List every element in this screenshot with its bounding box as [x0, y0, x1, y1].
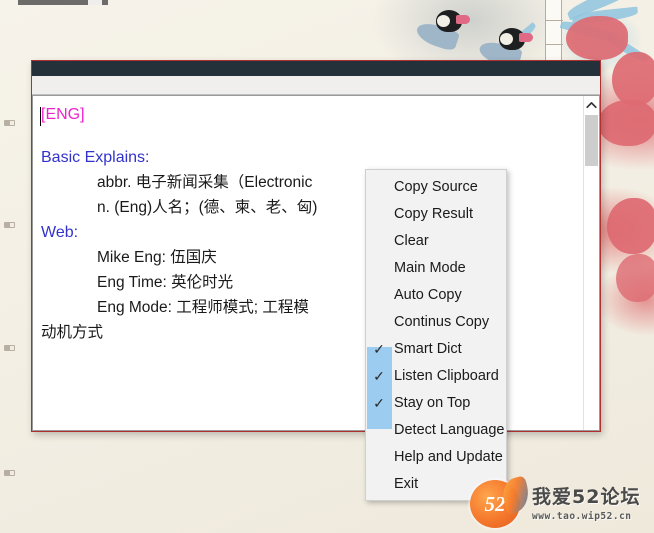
menu-item-label: Detect Language — [394, 421, 505, 438]
scrollbar-track[interactable] — [583, 166, 599, 430]
menu-item-label: Exit — [394, 475, 419, 492]
flower-petal — [598, 100, 654, 146]
menu-item-label: Copy Result — [394, 205, 473, 222]
menu-item-clear[interactable]: Clear — [366, 227, 506, 254]
flower-petal — [566, 16, 628, 60]
basic-explains-heading: Basic Explains: — [41, 149, 150, 166]
window-toolbar[interactable] — [32, 76, 600, 95]
menu-item-label: Listen Clipboard — [394, 367, 499, 384]
taskbar-button-glyph — [88, 0, 102, 5]
flower-petal — [607, 198, 654, 254]
menu-item-label: Main Mode — [394, 259, 466, 276]
desktop-icon-mark — [4, 470, 15, 476]
menu-item-label: Continus Copy — [394, 313, 490, 330]
menu-item-stay-on-top[interactable]: ✓ Stay on Top — [366, 389, 506, 416]
menu-item-auto-copy[interactable]: Auto Copy — [366, 281, 506, 308]
context-menu[interactable]: Copy Source Copy Result Clear Main Mode … — [365, 169, 507, 501]
taskbar-remnant — [18, 0, 108, 5]
menu-item-smart-dict[interactable]: ✓ Smart Dict — [366, 335, 506, 362]
translator-window: [ENG] Basic Explains: abbr. 电子新闻采集（Elect… — [31, 60, 601, 432]
menu-item-exit[interactable]: Exit — [366, 470, 506, 497]
query-tag: [ENG] — [41, 106, 85, 123]
vertical-scrollbar[interactable] — [583, 96, 599, 430]
flower-petal — [616, 254, 654, 302]
menu-item-label: Copy Source — [394, 178, 478, 195]
menu-item-detect-language[interactable]: Detect Language — [366, 416, 506, 443]
menu-item-help-and-update[interactable]: Help and Update — [366, 443, 506, 470]
menu-item-main-mode[interactable]: Main Mode — [366, 254, 506, 281]
desktop-icon-mark — [4, 120, 15, 126]
menu-item-label: Stay on Top — [394, 394, 471, 411]
scrollbar-thumb[interactable] — [585, 115, 598, 166]
menu-item-label: Auto Copy — [394, 286, 462, 303]
desktop-icon-mark — [4, 345, 15, 351]
menu-item-label: Clear — [394, 232, 429, 249]
menu-item-listen-clipboard[interactable]: ✓ Listen Clipboard — [366, 362, 506, 389]
check-mark-icon: ✓ — [373, 340, 385, 357]
check-mark-icon: ✓ — [373, 394, 385, 411]
menu-item-label: Smart Dict — [394, 340, 462, 357]
desktop: [ENG] Basic Explains: abbr. 电子新闻采集（Elect… — [0, 0, 654, 533]
result-content-area: [ENG] Basic Explains: abbr. 电子新闻采集（Elect… — [32, 95, 600, 431]
menu-item-label: Help and Update — [394, 448, 503, 465]
menu-item-copy-source[interactable]: Copy Source — [366, 173, 506, 200]
flower-petal — [612, 52, 654, 106]
menu-item-continus-copy[interactable]: Continus Copy — [366, 308, 506, 335]
check-mark-icon: ✓ — [373, 367, 385, 384]
menu-item-copy-result[interactable]: Copy Result — [366, 200, 506, 227]
window-title-bar[interactable] — [32, 61, 600, 76]
text-caret — [40, 107, 41, 126]
chevron-up-icon[interactable] — [583, 96, 599, 113]
desktop-icon-mark — [4, 222, 15, 228]
